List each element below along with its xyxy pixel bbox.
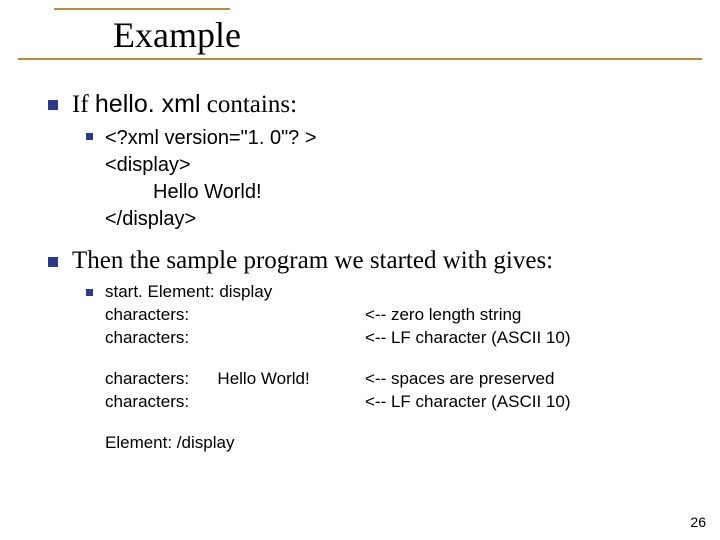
output-right: <-- LF character (ASCII 10) <box>365 327 570 350</box>
content-area: If hello. xml contains: <?xml version="1… <box>48 90 680 469</box>
code-block: <?xml version="1. 0"? > <display> Hello … <box>105 125 317 233</box>
output-left: start. Element: display <box>105 281 365 304</box>
filename-text: hello. xml <box>95 90 201 118</box>
sub-bullet-2: start. Element: display characters: <-- … <box>86 281 680 455</box>
output-row-2: characters: <-- zero length string <box>105 304 570 327</box>
output-left: characters: <box>105 304 365 327</box>
slide-title: Example <box>113 14 241 56</box>
output-row-3: characters: <-- LF character (ASCII 10) <box>105 327 570 350</box>
output-row-5: characters: <-- LF character (ASCII 10) <box>105 391 570 414</box>
output-left: characters: Hello World! <box>105 368 365 391</box>
bullet-text-1: If hello. xml contains: <box>72 90 297 119</box>
output-left: characters: <box>105 391 365 414</box>
code-line-4: </display> <box>105 206 317 233</box>
output-block: start. Element: display characters: <-- … <box>105 281 570 455</box>
sub-bullet-1: <?xml version="1. 0"? > <display> Hello … <box>86 125 680 233</box>
page-number: 26 <box>690 514 706 530</box>
output-left: Element: /display <box>105 432 365 455</box>
code-sub-block: <?xml version="1. 0"? > <display> Hello … <box>86 125 680 233</box>
output-right: <-- spaces are preserved <box>365 368 554 391</box>
output-gap <box>105 414 570 432</box>
bullet-item-1: If hello. xml contains: <box>48 90 680 119</box>
square-bullet-icon <box>86 133 93 140</box>
output-row-1: start. Element: display <box>105 281 570 304</box>
output-right: <-- zero length string <box>365 304 521 327</box>
output-row-6: Element: /display <box>105 432 570 455</box>
square-bullet-icon <box>86 289 93 296</box>
output-gap <box>105 350 570 368</box>
output-row-4: characters: Hello World! <-- spaces are … <box>105 368 570 391</box>
output-right: <-- LF character (ASCII 10) <box>365 391 570 414</box>
text-suffix: contains: <box>201 91 298 118</box>
title-line-top <box>54 8 230 10</box>
output-left: characters: <box>105 327 365 350</box>
square-bullet-icon <box>48 100 58 110</box>
square-bullet-icon <box>48 257 58 267</box>
code-line-3: Hello World! <box>105 179 317 206</box>
bullet-item-2: Then the sample program we started with … <box>48 247 680 275</box>
output-sub-block: start. Element: display characters: <-- … <box>86 281 680 455</box>
code-line-2: <display> <box>105 152 317 179</box>
bullet-text-2: Then the sample program we started with … <box>72 247 553 275</box>
text-prefix: If <box>72 91 95 118</box>
code-line-1: <?xml version="1. 0"? > <box>105 125 317 152</box>
title-line-bottom <box>18 58 702 60</box>
